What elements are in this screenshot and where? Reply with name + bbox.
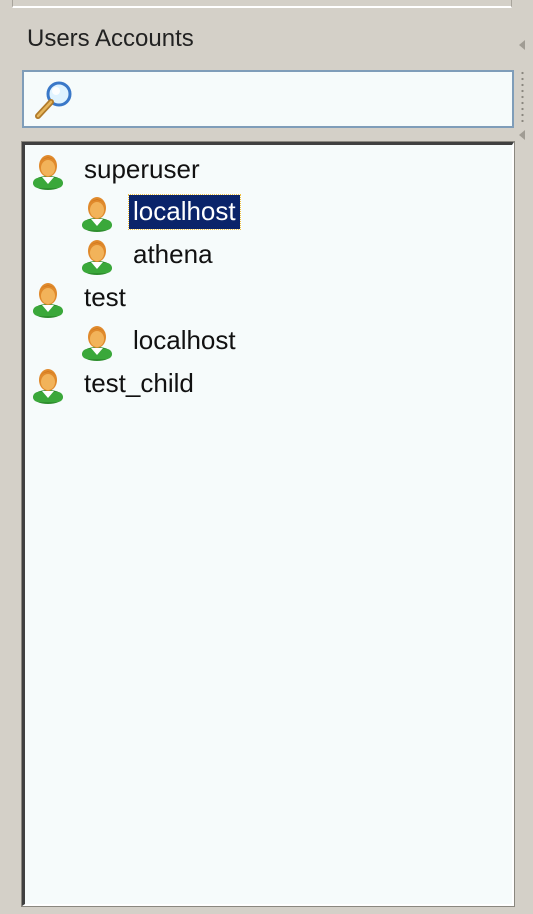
user-icon (80, 321, 114, 361)
user-icon (31, 278, 65, 318)
tree-node-label: test (84, 282, 126, 312)
tree-node-test-localhost[interactable]: localhost (80, 320, 240, 362)
splitter-arrow-icon[interactable] (519, 130, 525, 140)
user-icon (31, 150, 65, 190)
search-field[interactable] (22, 70, 514, 128)
collapse-arrow-icon[interactable] (519, 40, 525, 50)
tree-node-label: localhost (133, 325, 236, 355)
user-icon (31, 364, 65, 404)
splitter-grip[interactable] (521, 70, 524, 122)
tree-node-label: superuser (84, 154, 200, 184)
user-icon (80, 192, 114, 232)
tree-node-athena[interactable]: athena (80, 234, 217, 276)
tree-node-test[interactable]: test (31, 277, 130, 319)
tree-node-label: athena (133, 239, 213, 269)
search-icon[interactable] (32, 78, 76, 122)
top-divider (12, 0, 512, 8)
panel-title: Users Accounts (27, 25, 194, 52)
user-tree[interactable]: superuser localhost athena test localhos… (21, 141, 515, 907)
tree-node-superuser[interactable]: superuser (31, 149, 204, 191)
tree-node-test-child[interactable]: test_child (31, 363, 198, 405)
user-icon (80, 235, 114, 275)
tree-node-label: test_child (84, 368, 194, 398)
users-accounts-panel: Users Accounts superuser localhost athen… (0, 0, 533, 914)
tree-node-superuser-localhost[interactable]: localhost (80, 191, 241, 233)
tree-node-label: localhost (128, 194, 241, 230)
